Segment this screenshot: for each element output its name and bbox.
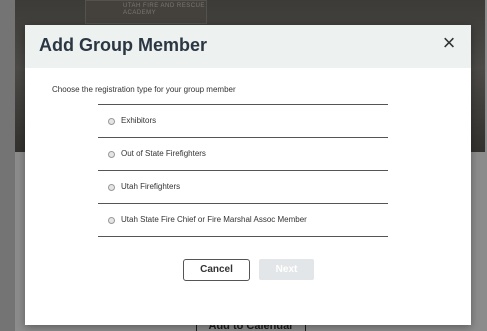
registration-prompt: Choose the registration type for your gr… [52, 85, 236, 94]
registration-type-list: Exhibitors Out of State Firefighters Uta… [98, 104, 388, 237]
radio-button[interactable] [108, 184, 115, 191]
add-group-member-dialog: Add Group Member × Choose the registrati… [25, 25, 471, 325]
option-label: Utah Firefighters [121, 182, 181, 191]
close-icon[interactable]: × [439, 31, 459, 55]
dialog-header: Add Group Member × [25, 25, 471, 68]
option-utah-firefighters[interactable]: Utah Firefighters [98, 170, 388, 203]
radio-button[interactable] [108, 217, 115, 224]
option-label: Out of State Firefighters [121, 149, 206, 158]
next-button[interactable]: Next [259, 259, 314, 280]
dialog-title: Add Group Member [39, 35, 208, 55]
option-label: Exhibitors [121, 116, 157, 125]
radio-button[interactable] [108, 151, 115, 158]
option-exhibitors[interactable]: Exhibitors [98, 104, 388, 137]
option-fire-chief-marshal-member[interactable]: Utah State Fire Chief or Fire Marshal As… [98, 203, 388, 237]
cancel-button[interactable]: Cancel [183, 259, 250, 281]
option-out-of-state-firefighters[interactable]: Out of State Firefighters [98, 137, 388, 170]
radio-button[interactable] [108, 118, 115, 125]
page: UTAH FIRE AND RESCUE ACADEMY Add to Cale… [0, 0, 487, 331]
option-label: Utah State Fire Chief or Fire Marshal As… [121, 215, 307, 224]
